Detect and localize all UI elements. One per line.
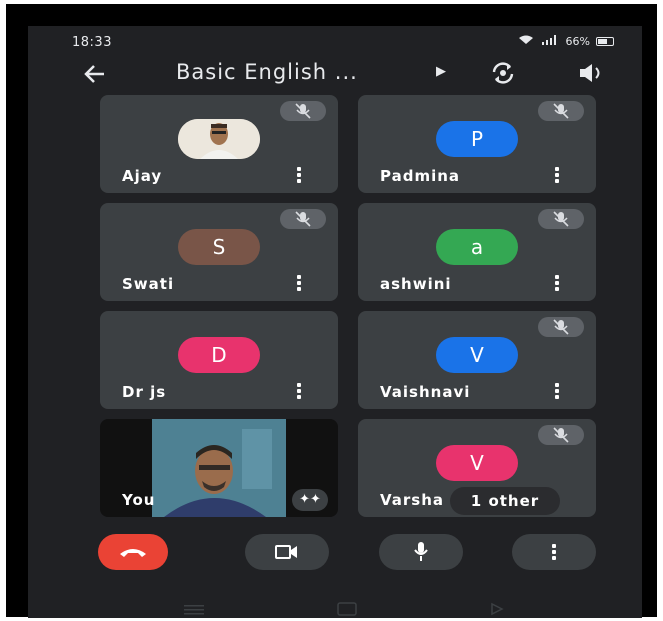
participant-tile[interactable]: V Vaishnavi [358, 311, 596, 409]
status-icons: 66% [518, 35, 614, 48]
more-options-icon[interactable] [554, 167, 560, 183]
more-options-icon[interactable] [296, 167, 302, 183]
mic-off-icon [538, 101, 584, 121]
home-icon [337, 602, 357, 616]
mic-off-icon [280, 101, 326, 121]
participant-name: Ajay [122, 167, 163, 185]
participant-tile[interactable]: S Swati [100, 203, 338, 301]
mic-off-icon [280, 209, 326, 229]
system-nav-bar [28, 600, 642, 618]
back-arrow-icon[interactable] [82, 58, 108, 94]
speaker-icon[interactable] [576, 62, 608, 84]
end-call-icon [120, 549, 146, 557]
participant-name: Padmina [380, 167, 461, 185]
back-nav-icon [491, 602, 504, 616]
more-options-icon[interactable] [296, 275, 302, 291]
meeting-title[interactable]: Basic English ... [176, 60, 358, 84]
camera-button[interactable] [245, 534, 329, 570]
participant-name: Varsha [380, 491, 445, 509]
switch-camera-icon[interactable] [490, 60, 516, 86]
participant-tile[interactable]: P Padmina [358, 95, 596, 193]
effects-sparkle-icon[interactable]: ✦✦ [292, 489, 328, 511]
self-video-feed [152, 419, 286, 517]
participant-name: ashwini [380, 275, 452, 293]
mic-off-icon [538, 317, 584, 337]
end-call-button[interactable] [98, 534, 168, 570]
participant-name: Vaishnavi [380, 383, 471, 401]
avatar: a [436, 229, 518, 265]
camera-icon [275, 545, 297, 559]
meet-call-screen: 18:33 66% Basic English ... ▶ Ajay P Pad… [28, 26, 642, 618]
recent-apps-icon [184, 605, 204, 615]
mic-button[interactable] [379, 534, 463, 570]
others-count-pill[interactable]: 1 other [450, 487, 560, 515]
avatar: V [436, 337, 518, 373]
battery-icon [596, 37, 614, 46]
status-bar: 18:33 66% [28, 26, 642, 54]
more-options-icon[interactable] [554, 275, 560, 291]
more-options-button[interactable] [512, 534, 596, 570]
app-bar: Basic English ... ▶ [28, 58, 642, 92]
chevron-right-icon[interactable]: ▶ [436, 64, 446, 79]
participant-tile[interactable]: D Dr js [100, 311, 338, 409]
avatar: P [436, 121, 518, 157]
screenshot-frame: 18:33 66% Basic English ... ▶ Ajay P Pad… [6, 4, 657, 618]
participant-tile[interactable]: a ashwini [358, 203, 596, 301]
battery-percent: 66% [565, 35, 590, 48]
avatar: S [178, 229, 260, 265]
more-options-icon[interactable] [296, 383, 302, 399]
avatar: D [178, 337, 260, 373]
signal-icon [540, 35, 560, 48]
participant-name: Swati [122, 275, 175, 293]
status-time: 18:33 [72, 35, 112, 50]
more-options-icon [551, 544, 557, 560]
avatar: V [436, 445, 518, 481]
participant-name: You [122, 491, 156, 509]
participant-name: Dr js [122, 383, 167, 401]
wifi-icon [518, 35, 534, 48]
participant-tile[interactable]: Ajay [100, 95, 338, 193]
self-video-tile[interactable]: You ✦✦ [100, 419, 338, 517]
more-options-icon[interactable] [554, 383, 560, 399]
mic-off-icon [538, 209, 584, 229]
avatar-photo [178, 119, 260, 159]
mic-icon [414, 542, 428, 561]
mic-off-icon [538, 425, 584, 445]
